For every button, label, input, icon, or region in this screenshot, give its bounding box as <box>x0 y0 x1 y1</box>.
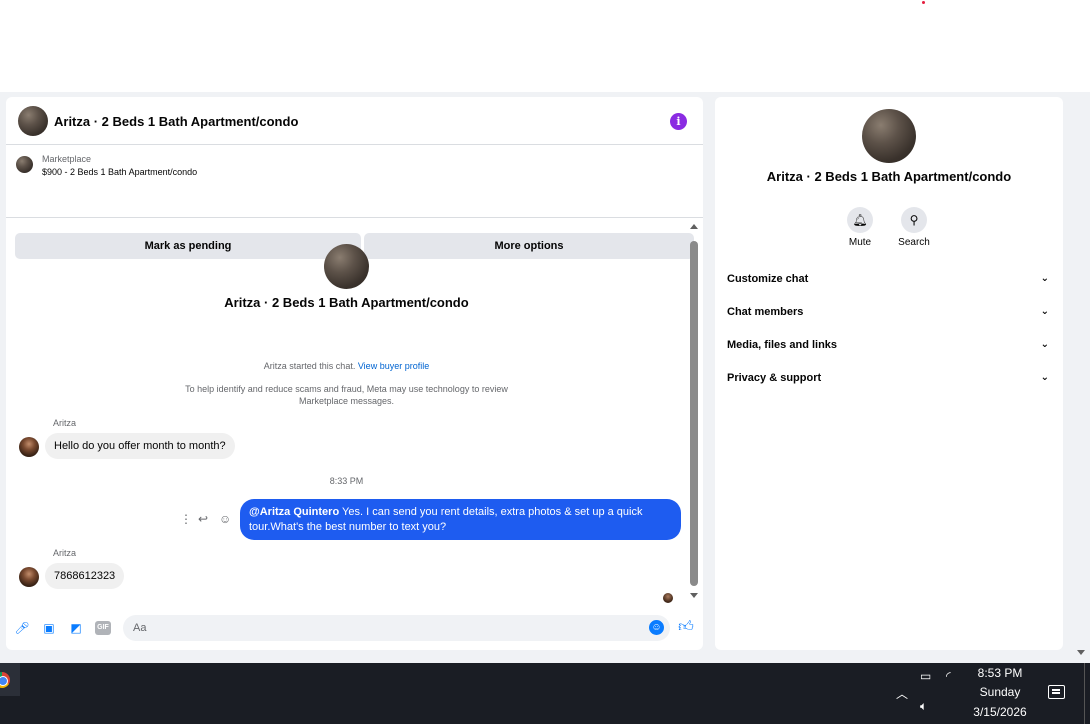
scrollbar[interactable] <box>689 221 699 605</box>
read-receipt-avatar <box>663 593 673 603</box>
marketplace-label: Marketplace <box>42 154 92 164</box>
notification-dot <box>922 1 925 4</box>
section-label: Chat members <box>727 306 804 318</box>
clock-date[interactable]: 3/15/2026 <box>966 705 1034 719</box>
clock-day[interactable]: Sunday <box>972 685 1028 699</box>
chat-panel: Aritza · 2 Beds 1 Bath Apartment/condo i… <box>6 97 703 650</box>
incoming-message[interactable]: Hello do you offer month to month? <box>45 433 235 459</box>
thumbs-up-icon[interactable]: 👍︎ <box>677 618 695 636</box>
sender-avatar[interactable] <box>19 437 39 457</box>
gif-icon[interactable]: GIF <box>95 621 111 635</box>
section-customize-chat[interactable]: Customize chat ⌄ <box>727 269 1051 289</box>
sender-avatar[interactable] <box>19 567 39 587</box>
marketplace-bar: Marketplace $900 - 2 Beds 1 Bath Apartme… <box>6 146 703 259</box>
search-icon[interactable]: ⚲ <box>901 207 927 233</box>
sticker-icon[interactable]: ◩ <box>68 620 84 636</box>
microphone-icon[interactable]: 🎤︎ <box>14 620 30 636</box>
speaker-icon[interactable]: 🔈︎ <box>920 699 927 714</box>
section-label: Privacy & support <box>727 372 822 384</box>
scam-notice: To help identify and reduce scams and fr… <box>185 384 508 406</box>
message-composer: 🎤︎ ▣ ◩ GIF ☺ 👍︎ <box>6 612 703 644</box>
listing-thumbnail[interactable] <box>16 156 33 173</box>
chevron-down-icon: ⌄ <box>1040 372 1049 383</box>
clock-time[interactable]: 8:53 PM <box>972 666 1028 680</box>
chevron-down-icon: ⌄ <box>1040 339 1049 350</box>
notification-center-icon[interactable] <box>1048 685 1065 699</box>
chevron-down-icon: ⌄ <box>1040 273 1049 284</box>
info-title: Aritza · 2 Beds 1 Bath Apartment/condo <box>766 169 1012 184</box>
section-chat-members[interactable]: Chat members ⌄ <box>727 302 1051 322</box>
react-emoji-icon[interactable]: ☺ <box>219 512 231 526</box>
conversation-title: Aritza · 2 Beds 1 Bath Apartment/condo <box>224 295 469 310</box>
mention-tag[interactable]: @Aritza Quintero <box>249 506 339 518</box>
info-icon[interactable]: i <box>670 113 687 130</box>
wifi-icon[interactable]: ◜ <box>946 669 951 683</box>
section-label: Media, files and links <box>727 339 838 351</box>
reply-icon[interactable]: ↩ <box>198 512 208 526</box>
page-scroll-down-arrow[interactable] <box>1077 650 1085 655</box>
scroll-down-arrow[interactable] <box>690 593 698 598</box>
emoji-icon[interactable]: ☺ <box>649 620 664 635</box>
section-label: Customize chat <box>727 273 809 285</box>
listing-avatar[interactable] <box>18 106 48 136</box>
browser-top-area <box>0 0 1090 92</box>
listing-price-title[interactable]: $900 - 2 Beds 1 Bath Apartment/condo <box>42 167 197 177</box>
windows-taskbar: ︿ ▭ ◜ 🔈︎ 8:53 PM Sunday 3/15/2026 <box>0 663 1090 724</box>
conversation-info-panel: Aritza · 2 Beds 1 Bath Apartment/condo 🔔… <box>715 97 1063 650</box>
message-input[interactable] <box>123 615 670 641</box>
view-buyer-profile-link[interactable]: View buyer profile <box>358 361 429 371</box>
message-actions: ⋮ ↩ ☺ <box>178 512 238 528</box>
chevron-down-icon: ⌄ <box>1040 306 1049 317</box>
incoming-message[interactable]: 7868612323 <box>45 563 125 589</box>
bell-icon[interactable]: 🔔︎ <box>847 207 873 233</box>
info-avatar[interactable] <box>862 109 916 163</box>
chat-started-text: Aritza started this chat. <box>263 361 356 371</box>
show-desktop-divider[interactable] <box>1084 663 1085 724</box>
conversation-avatar[interactable] <box>324 244 369 289</box>
section-privacy-support[interactable]: Privacy & support ⌄ <box>727 368 1051 388</box>
chat-started-notice: Aritza started this chat. View buyer pro… <box>6 361 687 371</box>
more-actions-icon[interactable]: ⋮ <box>180 512 192 526</box>
search-label[interactable]: Search <box>884 237 944 248</box>
message-timestamp: 8:33 PM <box>329 476 364 486</box>
scroll-thumb[interactable] <box>690 241 698 586</box>
chat-title[interactable]: Aritza · 2 Beds 1 Bath Apartment/condo <box>54 114 298 129</box>
show-hidden-icons-chevron-icon[interactable]: ︿ <box>896 685 908 702</box>
scroll-up-arrow[interactable] <box>690 224 698 229</box>
sender-name: Aritza <box>53 548 77 558</box>
outgoing-message[interactable]: @Aritza Quintero Yes. I can send you ren… <box>240 499 681 540</box>
message-list: Aritza · 2 Beds 1 Bath Apartment/condo A… <box>6 219 703 607</box>
section-media-files-links[interactable]: Media, files and links ⌄ <box>727 335 1051 355</box>
chat-header: Aritza · 2 Beds 1 Bath Apartment/condo i <box>6 97 703 145</box>
sender-name: Aritza <box>53 418 77 428</box>
photo-attach-icon[interactable]: ▣ <box>41 620 57 636</box>
mute-label[interactable]: Mute <box>830 237 890 248</box>
battery-icon[interactable]: ▭ <box>920 669 931 683</box>
